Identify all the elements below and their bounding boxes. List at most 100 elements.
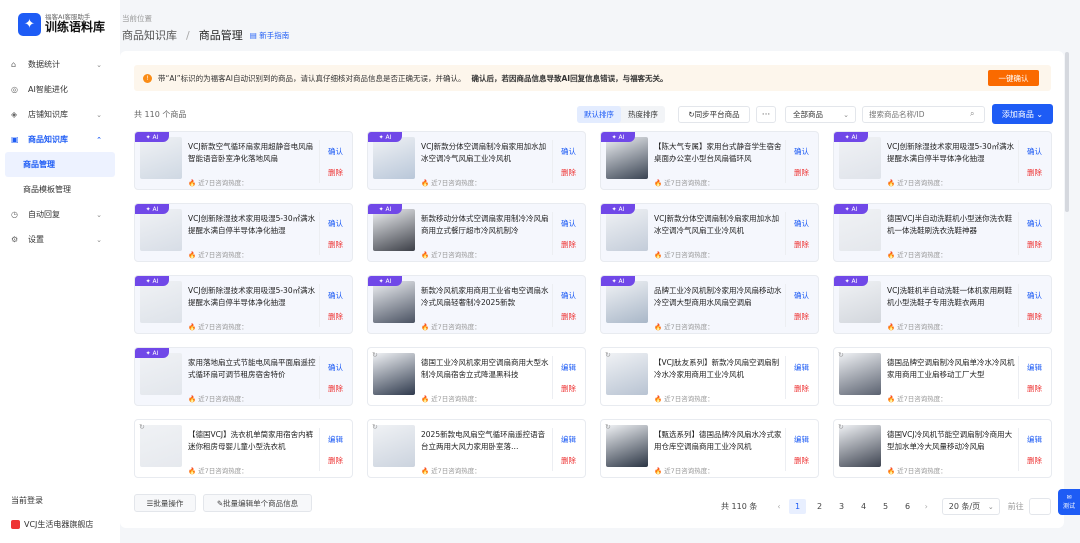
- batch-operation-button[interactable]: ☰ 批量操作: [134, 494, 196, 512]
- product-card[interactable]: ↻ 德国工业冷风机家用空调扇商用大型水制冷风扇宿舍立式降温黑科技 🔥 近7日咨询热度：…: [367, 347, 586, 406]
- product-title[interactable]: 【甄选系列】德国品牌冷风扇水冷式家用仓库空调扇商用工业冷风机: [654, 429, 785, 453]
- refresh-icon[interactable]: ↻: [605, 351, 611, 359]
- product-card[interactable]: ✦ AI 德国VCJ半自动洗鞋机小型迷你洗衣鞋机一体洗鞋刷洗衣洗鞋神器 🔥 近7日咨询…: [833, 203, 1052, 262]
- refresh-icon[interactable]: ↻: [372, 423, 378, 431]
- product-card[interactable]: ✦ AI VCJ创新除湿技术家用吸湿5-30㎡满水提醒水满自停半导体净化抽湿 🔥 近7…: [134, 203, 353, 262]
- product-card[interactable]: ✦ AI VCJ新款分体空调扇制冷扇家用加水加冰空调冷气风扇工业冷风机 🔥 近7日咨询…: [600, 203, 819, 262]
- product-title[interactable]: 2025新款电风扇空气循环扇遥控语音台立两用大风力家用卧室落…: [421, 429, 552, 453]
- confirm-link[interactable]: 确认: [328, 290, 343, 301]
- product-card[interactable]: ↻ 2025新款电风扇空气循环扇遥控语音台立两用大风力家用卧室落… 🔥 近7日咨询热度…: [367, 419, 586, 478]
- scrollbar[interactable]: [1065, 52, 1069, 212]
- product-title[interactable]: 家用落地扇立式节能电风扇平面扇遥控式循环扇可调节租房宿舍特价: [188, 357, 319, 381]
- product-card[interactable]: ↻ 德国VCJ冷风机节能空调扇制冷商用大型加水单冷大风量移动冷风扇 🔥 近7日咨询热度…: [833, 419, 1052, 478]
- product-card[interactable]: ✦ AI VCJ新款空气循环扇家用超静音电风扇智能语音卧室净化落地风扇 🔥 近7日咨询…: [134, 131, 353, 190]
- delete-link[interactable]: 删除: [794, 383, 809, 394]
- sidebar-subitem-product-manage[interactable]: 商品管理: [5, 152, 115, 177]
- product-title[interactable]: VCJ洗鞋机半自动洗鞋一体机家用刷鞋机小型洗鞋子专用洗鞋衣两用: [887, 285, 1018, 309]
- delete-link[interactable]: 删除: [1027, 311, 1042, 322]
- product-title[interactable]: 德国工业冷风机家用空调扇商用大型水制冷风扇宿舍立式降温黑科技: [421, 357, 552, 381]
- sidebar-item-stats[interactable]: ⌂ 数据统计 ⌄: [0, 52, 120, 77]
- edit-link[interactable]: 编辑: [328, 434, 343, 445]
- confirm-link[interactable]: 确认: [328, 146, 343, 157]
- product-filter-select[interactable]: 全部商品 ⌄: [785, 106, 856, 123]
- refresh-icon[interactable]: ↻: [838, 351, 844, 359]
- delete-link[interactable]: 删除: [328, 167, 343, 178]
- add-product-button[interactable]: 添加商品 ⌄: [992, 104, 1053, 124]
- confirm-link[interactable]: 确认: [794, 290, 809, 301]
- guide-link[interactable]: ▤ 新手指南: [250, 30, 289, 41]
- delete-link[interactable]: 删除: [1027, 239, 1042, 250]
- delete-link[interactable]: 删除: [794, 455, 809, 466]
- page-size-select[interactable]: 20 条/页 ⌄: [941, 498, 1000, 515]
- refresh-icon[interactable]: ↻: [372, 351, 378, 359]
- refresh-icon[interactable]: ↻: [139, 423, 145, 431]
- delete-link[interactable]: 删除: [794, 167, 809, 178]
- page-button[interactable]: 1: [789, 499, 807, 514]
- product-title[interactable]: VCJ创新除湿技术家用吸湿5-30㎡满水提醒水满自停半导体净化抽湿: [887, 141, 1018, 165]
- delete-link[interactable]: 删除: [328, 383, 343, 394]
- edit-link[interactable]: 编辑: [1027, 362, 1042, 373]
- edit-link[interactable]: 编辑: [794, 362, 809, 373]
- edit-link[interactable]: 编辑: [561, 434, 576, 445]
- confirm-all-button[interactable]: 一键确认: [988, 70, 1039, 86]
- sidebar-item-settings[interactable]: ⚙ 设置 ⌄: [0, 227, 120, 252]
- product-title[interactable]: 新款移动分体式空调扇家用制冷冷风扇商用立式餐厅超市冷风机制冷: [421, 213, 552, 237]
- product-title[interactable]: VCJ新款分体空调扇制冷扇家用加水加冰空调冷气风扇工业冷风机: [421, 141, 552, 165]
- page-button[interactable]: 6: [899, 499, 916, 514]
- refresh-icon[interactable]: ↻: [838, 423, 844, 431]
- product-card[interactable]: ↻ 【甄选系列】德国品牌冷风扇水冷式家用仓库空调扇商用工业冷风机 🔥 近7日咨询热度：…: [600, 419, 819, 478]
- product-card[interactable]: ↻ 【德国VCJ】洗衣机单筒家用宿舍内裤迷你租房母婴儿童小型洗衣机 🔥 近7日咨询热度…: [134, 419, 353, 478]
- sidebar-item-shop-kb[interactable]: ◈ 店铺知识库 ⌄: [0, 102, 120, 127]
- delete-link[interactable]: 删除: [328, 311, 343, 322]
- confirm-link[interactable]: 确认: [561, 290, 576, 301]
- page-button[interactable]: 2: [811, 499, 828, 514]
- product-title[interactable]: 德国品牌空调扇制冷风扇单冷水冷风机家用商用工业扇移动工厂大型: [887, 357, 1018, 381]
- confirm-link[interactable]: 确认: [561, 146, 576, 157]
- product-card[interactable]: ✦ AI 新款冷风机家用商用工业省电空调扇水冷式风扇轻奢制冷2025新款 🔥 近7日咨…: [367, 275, 586, 334]
- confirm-link[interactable]: 确认: [1027, 290, 1042, 301]
- chevron-right-icon[interactable]: ›: [925, 502, 928, 511]
- product-title[interactable]: 德国VCJ冷风机节能空调扇制冷商用大型加水单冷大风量移动冷风扇: [887, 429, 1018, 453]
- confirm-link[interactable]: 确认: [328, 218, 343, 229]
- sidebar-subitem-template-manage[interactable]: 商品模板管理: [0, 177, 120, 202]
- test-chat-button[interactable]: ✉ 测试: [1058, 489, 1080, 515]
- confirm-link[interactable]: 确认: [561, 218, 576, 229]
- product-card[interactable]: ✦ AI 【陈大气专属】家用台式静音学生宿舍桌面办公室小型台风扇循环风 🔥 近7日咨询…: [600, 131, 819, 190]
- product-title[interactable]: 【德国VCJ】洗衣机单筒家用宿舍内裤迷你租房母婴儿童小型洗衣机: [188, 429, 319, 453]
- product-title[interactable]: VCJ创新除湿技术家用吸湿5-30㎡满水提醒水满自停半导体净化抽湿: [188, 213, 319, 237]
- product-card[interactable]: ↻ 德国品牌空调扇制冷风扇单冷水冷风机家用商用工业扇移动工厂大型 🔥 近7日咨询热度：…: [833, 347, 1052, 406]
- sidebar-item-auto-reply[interactable]: ◷ 自动回复 ⌄: [0, 202, 120, 227]
- sort-hot-button[interactable]: 热度排序: [621, 106, 665, 123]
- confirm-link[interactable]: 确认: [328, 362, 343, 373]
- confirm-link[interactable]: 确认: [794, 146, 809, 157]
- page-button[interactable]: 5: [877, 499, 894, 514]
- product-card[interactable]: ✦ AI VCJ创新除湿技术家用吸湿5-30㎡满水提醒水满自停半导体净化抽湿 🔥 近7…: [833, 131, 1052, 190]
- edit-link[interactable]: 编辑: [561, 362, 576, 373]
- search-icon[interactable]: ⌕: [970, 109, 974, 119]
- goto-page-input[interactable]: [1028, 498, 1051, 515]
- product-title[interactable]: 【陈大气专属】家用台式静音学生宿舍桌面办公室小型台风扇循环风: [654, 141, 785, 165]
- product-title[interactable]: 德国VCJ半自动洗鞋机小型迷你洗衣鞋机一体洗鞋刷洗衣洗鞋神器: [887, 213, 1018, 237]
- refresh-icon[interactable]: ↻: [605, 423, 611, 431]
- delete-link[interactable]: 删除: [1027, 383, 1042, 394]
- delete-link[interactable]: 删除: [1027, 167, 1042, 178]
- delete-link[interactable]: 删除: [561, 239, 576, 250]
- sync-products-button[interactable]: ↻ 同步平台商品: [678, 106, 750, 123]
- confirm-link[interactable]: 确认: [1027, 146, 1042, 157]
- product-card[interactable]: ✦ AI 品牌工业冷风机制冷家用冷风扇移动水冷空调大型商用水风扇空调扇 🔥 近7日咨询…: [600, 275, 819, 334]
- product-title[interactable]: VCJ新款空气循环扇家用超静音电风扇智能语音卧室净化落地风扇: [188, 141, 319, 165]
- product-card[interactable]: ✦ AI VCJ创新除湿技术家用吸湿5-30㎡满水提醒水满自停半导体净化抽湿 🔥 近7…: [134, 275, 353, 334]
- more-options-button[interactable]: ···: [756, 106, 776, 123]
- delete-link[interactable]: 删除: [328, 455, 343, 466]
- page-button[interactable]: 4: [855, 499, 872, 514]
- confirm-link[interactable]: 确认: [794, 218, 809, 229]
- breadcrumb-root[interactable]: 商品知识库: [122, 27, 177, 43]
- product-card[interactable]: ↻ 【VCJ肽友系列】新款冷风扇空调扇制冷水冷家用商用工业冷风机 🔥 近7日咨询热度：…: [600, 347, 819, 406]
- delete-link[interactable]: 删除: [1027, 455, 1042, 466]
- delete-link[interactable]: 删除: [794, 239, 809, 250]
- confirm-link[interactable]: 确认: [1027, 218, 1042, 229]
- delete-link[interactable]: 删除: [328, 239, 343, 250]
- delete-link[interactable]: 删除: [561, 383, 576, 394]
- product-title[interactable]: 新款冷风机家用商用工业省电空调扇水冷式风扇轻奢制冷2025新款: [421, 285, 552, 309]
- product-title[interactable]: 品牌工业冷风机制冷家用冷风扇移动水冷空调大型商用水风扇空调扇: [654, 285, 785, 309]
